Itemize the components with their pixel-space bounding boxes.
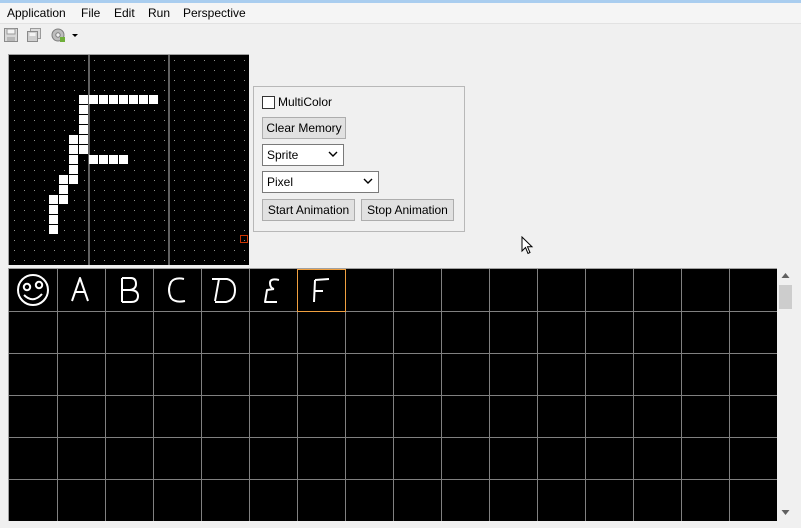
start-animation-button[interactable]: Start Animation (262, 199, 355, 221)
scroll-down-arrow-icon[interactable] (777, 504, 794, 520)
mode-select[interactable]: Sprite (262, 144, 344, 166)
save-all-icon[interactable] (26, 27, 42, 43)
charset-cell-f[interactable] (313, 278, 330, 303)
menu-file[interactable]: File (81, 6, 100, 20)
vertical-scrollbar[interactable] (777, 268, 794, 520)
charset-cell-b[interactable] (121, 277, 139, 303)
sprite-editor-canvas[interactable] (8, 54, 249, 265)
toolbar (0, 24, 801, 48)
multicolor-label: MultiColor (278, 95, 333, 109)
controls-panel: MultiColor Clear Memory Sprite Pixel Sta… (253, 86, 465, 232)
scroll-up-arrow-icon[interactable] (777, 268, 794, 284)
menu-bar: Application File Edit Run Perspective (0, 3, 801, 24)
save-icon[interactable] (3, 27, 19, 43)
run-icon[interactable] (50, 27, 66, 43)
scrollbar-thumb[interactable] (779, 285, 792, 309)
menu-run[interactable]: Run (148, 6, 170, 20)
menu-application[interactable]: Application (7, 6, 66, 20)
mode-select-value: Sprite (267, 148, 299, 162)
charset-cell-c[interactable] (168, 277, 186, 303)
draw-mode-select[interactable]: Pixel (262, 171, 379, 193)
clear-memory-button[interactable]: Clear Memory (262, 117, 346, 139)
multicolor-checkbox-box[interactable] (262, 96, 275, 109)
sprite-corner-marker (240, 235, 248, 243)
charset-cell-a[interactable] (71, 277, 89, 302)
draw-mode-select-value: Pixel (267, 175, 294, 189)
dropdown-arrow-icon[interactable] (70, 27, 80, 43)
charset-cell-e[interactable] (264, 278, 280, 303)
chevron-down-icon (363, 178, 373, 184)
charset-cell-smiley-face[interactable] (17, 274, 49, 306)
chevron-down-icon (328, 151, 338, 157)
menu-perspective[interactable]: Perspective (183, 6, 246, 20)
sprite-pixels[interactable] (49, 95, 158, 234)
character-set-grid[interactable] (8, 268, 777, 521)
menu-edit[interactable]: Edit (114, 6, 135, 20)
charset-cell-d[interactable] (212, 278, 236, 303)
mouse-cursor-icon (521, 236, 534, 255)
stop-animation-button[interactable]: Stop Animation (361, 199, 454, 221)
